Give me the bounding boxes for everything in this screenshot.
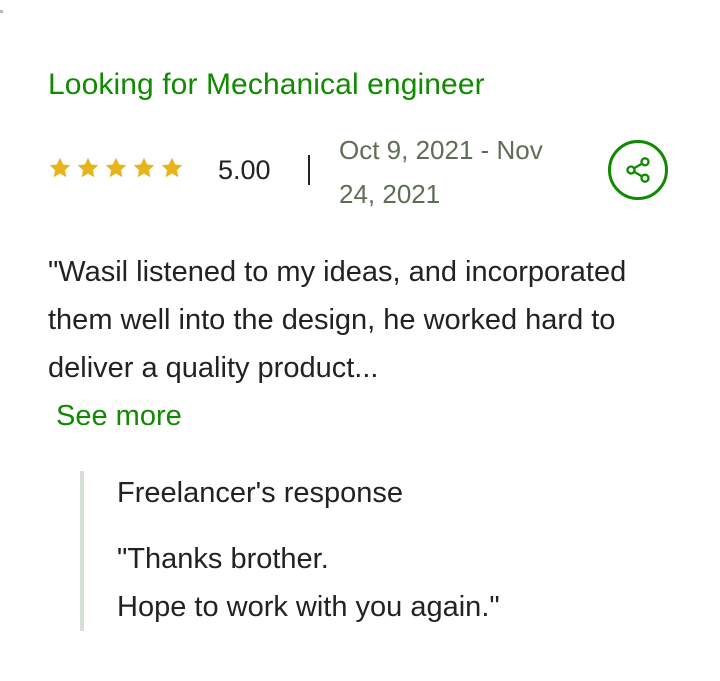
- divider: [308, 155, 310, 185]
- review-meta: 5.00 Oct 9, 2021 - Nov 24, 2021: [48, 128, 678, 218]
- see-more-link[interactable]: See more: [48, 400, 182, 432]
- star-icon: [105, 157, 127, 178]
- job-title: Looking for Mechanical engineer: [48, 68, 485, 101]
- star-icon: [77, 157, 99, 178]
- star-rating: [48, 156, 184, 180]
- rating-value: 5.00: [218, 155, 271, 185]
- corner-mark: [0, 10, 3, 13]
- review-text: "Wasil listened to my ideas, and incorpo…: [48, 248, 668, 440]
- contract-dates: Oct 9, 2021 - Nov 24, 2021: [339, 135, 543, 209]
- share-icon: [626, 157, 650, 183]
- response-title: Freelancer's response: [117, 477, 404, 509]
- review-card: Looking for Mechanical engineer 5.00 Oct…: [0, 0, 720, 681]
- share-button[interactable]: [608, 140, 668, 200]
- response-text: "Thanks brother. Hope to work with you a…: [117, 543, 500, 623]
- star-icon: [133, 157, 155, 178]
- review-body: "Wasil listened to my ideas, and incorpo…: [48, 256, 627, 384]
- freelancer-response: Freelancer's response "Thanks brother. H…: [80, 471, 684, 631]
- star-icon: [49, 157, 71, 178]
- star-icon: [161, 157, 183, 178]
